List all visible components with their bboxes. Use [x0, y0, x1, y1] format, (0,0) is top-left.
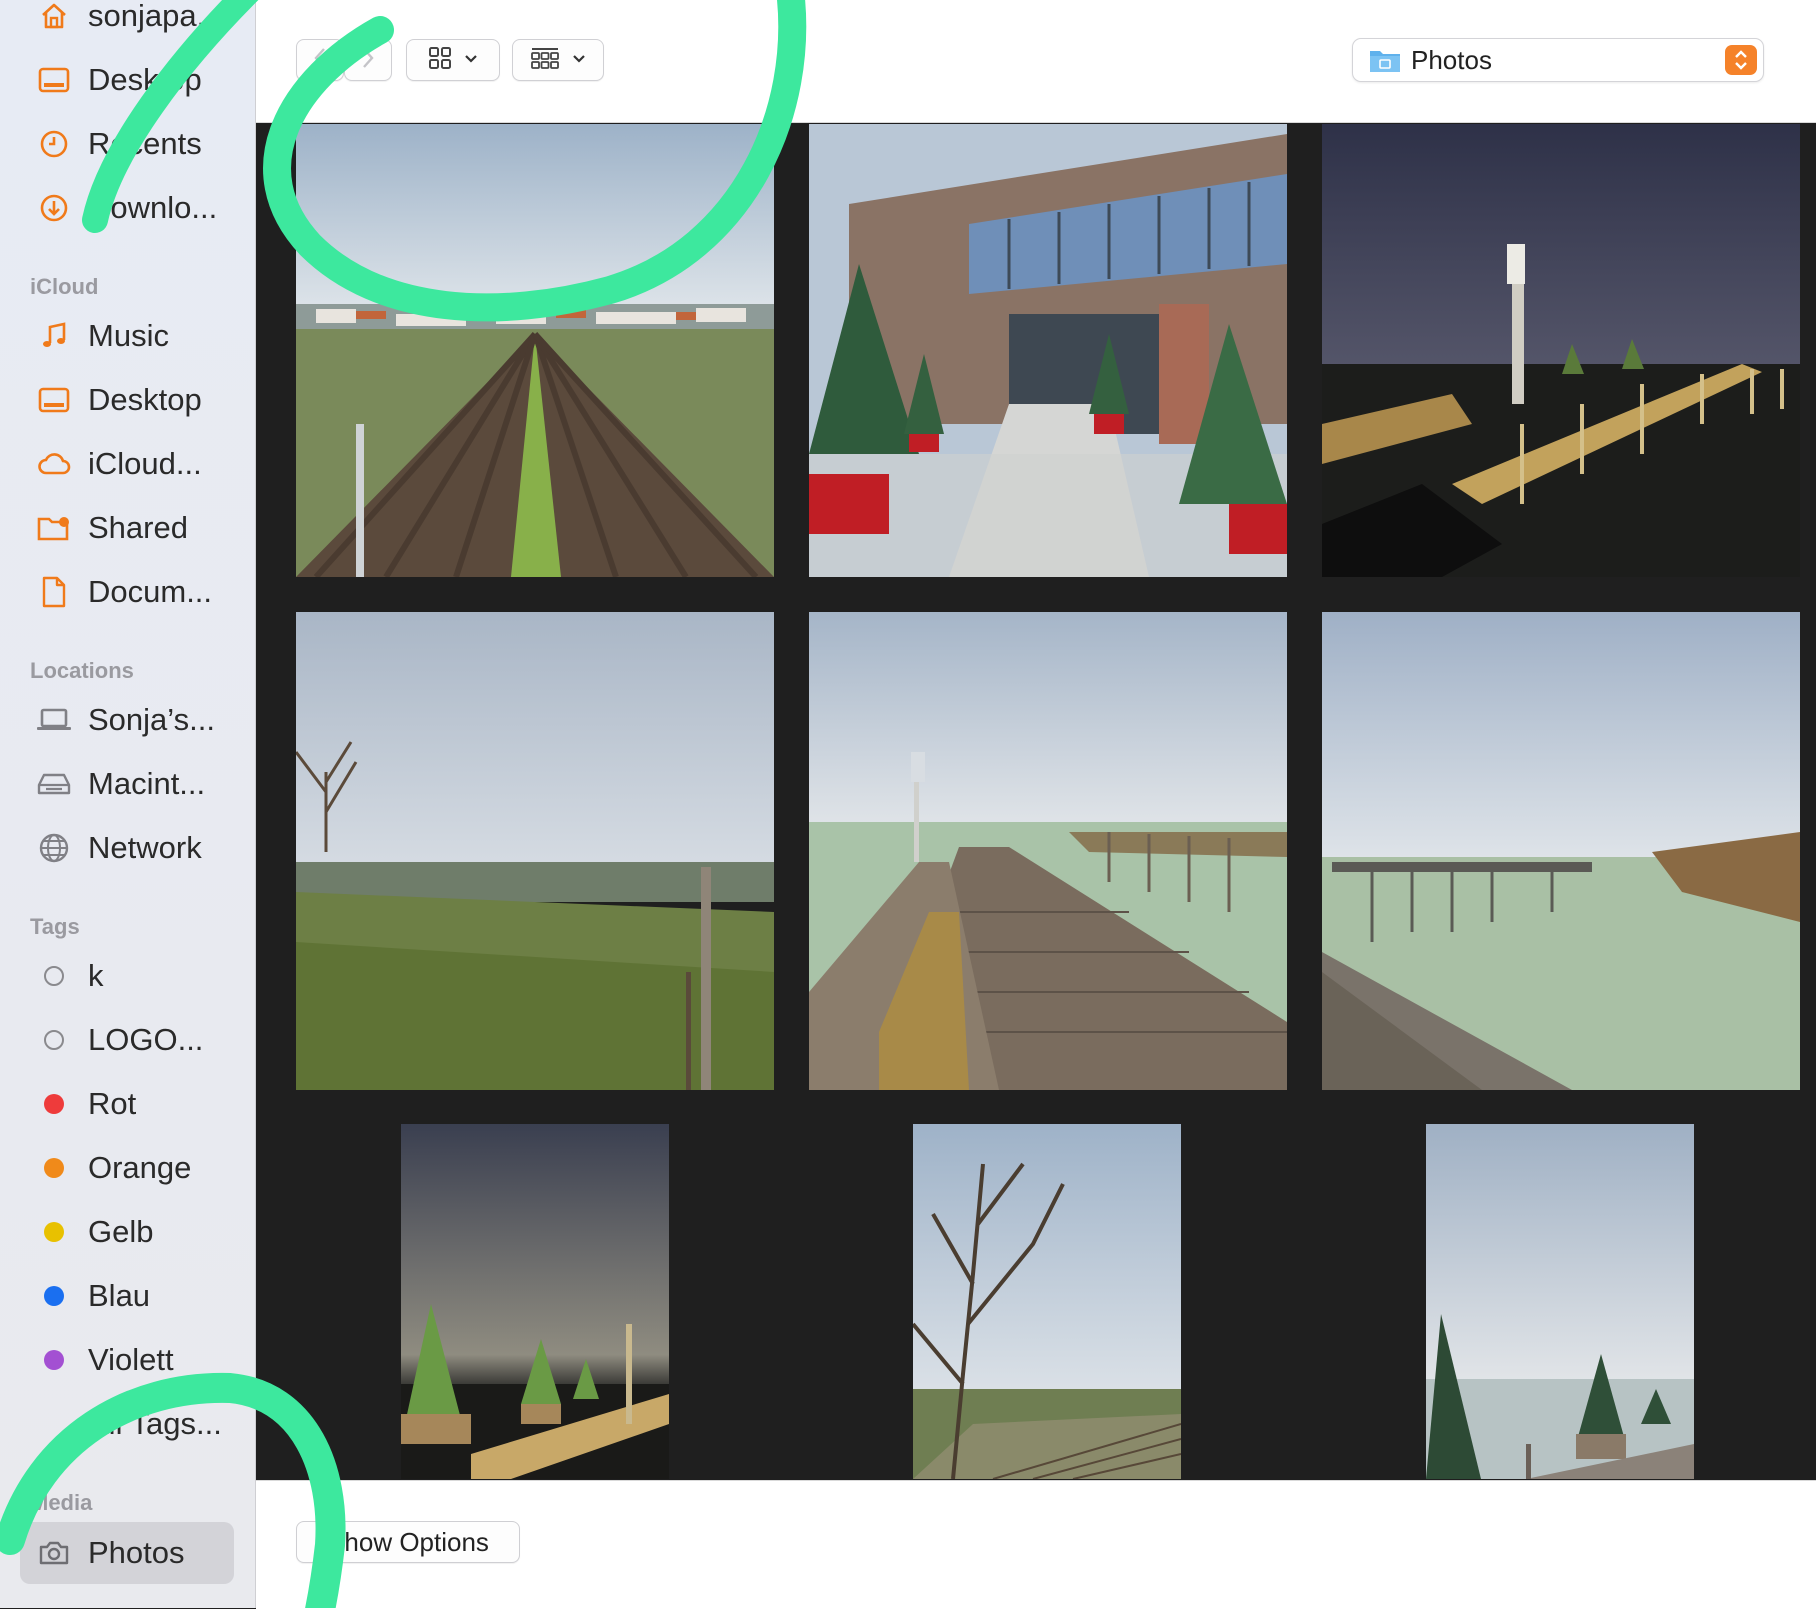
photo-thumbnail-wooden-pier-lake[interactable] — [809, 612, 1287, 1090]
sidebar-item-label: Docum... — [88, 574, 213, 609]
popup-stepper-icon — [1725, 45, 1757, 75]
show-options-button[interactable]: Show Options — [296, 1521, 520, 1563]
sidebar-tag-rot[interactable]: Rot — [0, 1076, 255, 1132]
view-mode-button[interactable] — [406, 39, 500, 81]
photo-thumbnail-bare-tree-vineyard[interactable] — [913, 1124, 1181, 1479]
tag-dot-yellow-icon — [44, 1222, 64, 1242]
chevron-right-icon — [361, 47, 375, 74]
location-label: Photos — [1411, 44, 1492, 75]
sidebar-item-documents[interactable]: Docum... — [0, 564, 255, 620]
location-popup[interactable]: Photos — [1352, 38, 1764, 82]
photo-thumbnail-pier-night[interactable] — [1322, 124, 1800, 577]
group-grid-icon — [530, 46, 560, 75]
download-icon — [36, 190, 72, 226]
chevron-left-icon — [313, 47, 327, 74]
sidebar-item-label: Orange — [88, 1150, 192, 1185]
sidebar-item-recents[interactable]: Recents — [0, 116, 255, 172]
sidebar-item-label: k — [88, 958, 104, 993]
back-button[interactable] — [296, 39, 344, 81]
sidebar-item-label: Sonja’s... — [88, 702, 215, 737]
sidebar: sonjapa... Desktop Recents Downlo... iCl… — [0, 0, 256, 1608]
sidebar-item-label: Downlo... — [88, 190, 218, 225]
sidebar-item-label: Violett — [88, 1342, 174, 1377]
sidebar-tag-gelb[interactable]: Gelb — [0, 1204, 255, 1260]
photos-folder-icon — [1369, 47, 1401, 73]
sidebar-item-computer[interactable]: Sonja’s... — [0, 692, 255, 748]
grid-view-icon — [428, 46, 452, 75]
sidebar-item-label: Recents — [88, 126, 202, 161]
footer-bar: Show Options — [256, 1480, 1816, 1609]
desktop-icon — [36, 62, 72, 98]
tag-dot-blue-icon — [44, 1286, 64, 1306]
sidebar-item-label: LOGO... — [88, 1022, 204, 1057]
sidebar-tag-violett[interactable]: Violett — [0, 1332, 255, 1388]
camera-icon — [36, 1535, 72, 1571]
group-by-button[interactable] — [512, 39, 604, 81]
globe-icon — [36, 830, 72, 866]
section-header-locations: Locations — [30, 658, 134, 683]
photo-grid — [256, 123, 1816, 1479]
shared-folder-icon — [36, 510, 72, 546]
document-icon — [36, 574, 72, 610]
sidebar-item-label: All Tags... — [88, 1406, 222, 1441]
music-note-icon — [36, 318, 72, 354]
sidebar-item-downloads[interactable]: Downlo... — [0, 180, 255, 236]
section-header-icloud: iCloud — [30, 274, 99, 299]
photo-thumbnail-vineyard-rows[interactable] — [296, 124, 774, 577]
sidebar-tag-logo[interactable]: LOGO... — [0, 1012, 255, 1068]
photo-thumbnail-building-christmas-trees[interactable] — [809, 124, 1287, 577]
sidebar-item-desktop[interactable]: Desktop — [0, 52, 255, 108]
cloud-icon — [36, 446, 72, 482]
sidebar-item-all-tags[interactable]: All Tags... — [0, 1396, 255, 1452]
sidebar-item-label: Gelb — [88, 1214, 154, 1249]
sidebar-item-label: Shared — [88, 510, 188, 545]
sidebar-item-label: Blau — [88, 1278, 151, 1313]
section-header-media: Media — [30, 1490, 93, 1515]
tag-dot-purple-icon — [44, 1350, 64, 1370]
clock-icon — [36, 126, 72, 162]
disk-icon — [36, 766, 72, 802]
sidebar-item-network[interactable]: Network — [0, 820, 255, 876]
desktop-icon — [36, 382, 72, 418]
forward-button[interactable] — [344, 39, 392, 81]
sidebar-item-label: sonjapa... — [88, 0, 223, 33]
sidebar-item-shared[interactable]: Shared — [0, 500, 255, 556]
laptop-icon — [36, 702, 72, 738]
sidebar-item-label: Photos — [88, 1535, 185, 1570]
sidebar-item-icloud-drive[interactable]: iCloud... — [0, 436, 255, 492]
sidebar-item-music[interactable]: Music — [0, 308, 255, 364]
home-icon — [36, 0, 72, 34]
sidebar-item-label: Network — [88, 830, 202, 865]
sidebar-item-label: Macint... — [88, 766, 206, 801]
main-content: Photos Show Options — [256, 0, 1816, 1609]
sidebar-tag-k[interactable]: k — [0, 948, 255, 1004]
sidebar-item-label: Desktop — [88, 382, 202, 417]
photo-thumbnail-lake-jetty-reeds[interactable] — [1322, 612, 1800, 1090]
sidebar-item-label: iCloud... — [88, 446, 202, 481]
tag-dot-orange-icon — [44, 1158, 64, 1178]
chevron-down-icon — [572, 51, 586, 69]
sidebar-tag-blau[interactable]: Blau — [0, 1268, 255, 1324]
sidebar-item-label: Music — [88, 318, 169, 353]
sidebar-item-photos[interactable]: Photos — [20, 1522, 234, 1584]
tag-circle-icon — [44, 966, 64, 986]
tag-circle-icon — [44, 1030, 64, 1050]
sidebar-item-icloud-desktop[interactable]: Desktop — [0, 372, 255, 428]
toolbar: Photos — [256, 0, 1816, 123]
sidebar-tag-orange[interactable]: Orange — [0, 1140, 255, 1196]
chevron-down-icon — [464, 51, 478, 69]
photo-thumbnail-hill-meadow[interactable] — [296, 612, 774, 1090]
photo-thumbnail-lake-trees-pier[interactable] — [1426, 1124, 1694, 1479]
section-header-tags: Tags — [30, 914, 80, 939]
sidebar-item-label: Desktop — [88, 62, 202, 97]
sidebar-item-label: Rot — [88, 1086, 137, 1121]
sidebar-item-macintosh-hd[interactable]: Macint... — [0, 756, 255, 812]
tag-dot-red-icon — [44, 1094, 64, 1114]
sidebar-item-home[interactable]: sonjapa... — [0, 0, 255, 44]
photo-thumbnail-pier-night-trees[interactable] — [401, 1124, 669, 1479]
